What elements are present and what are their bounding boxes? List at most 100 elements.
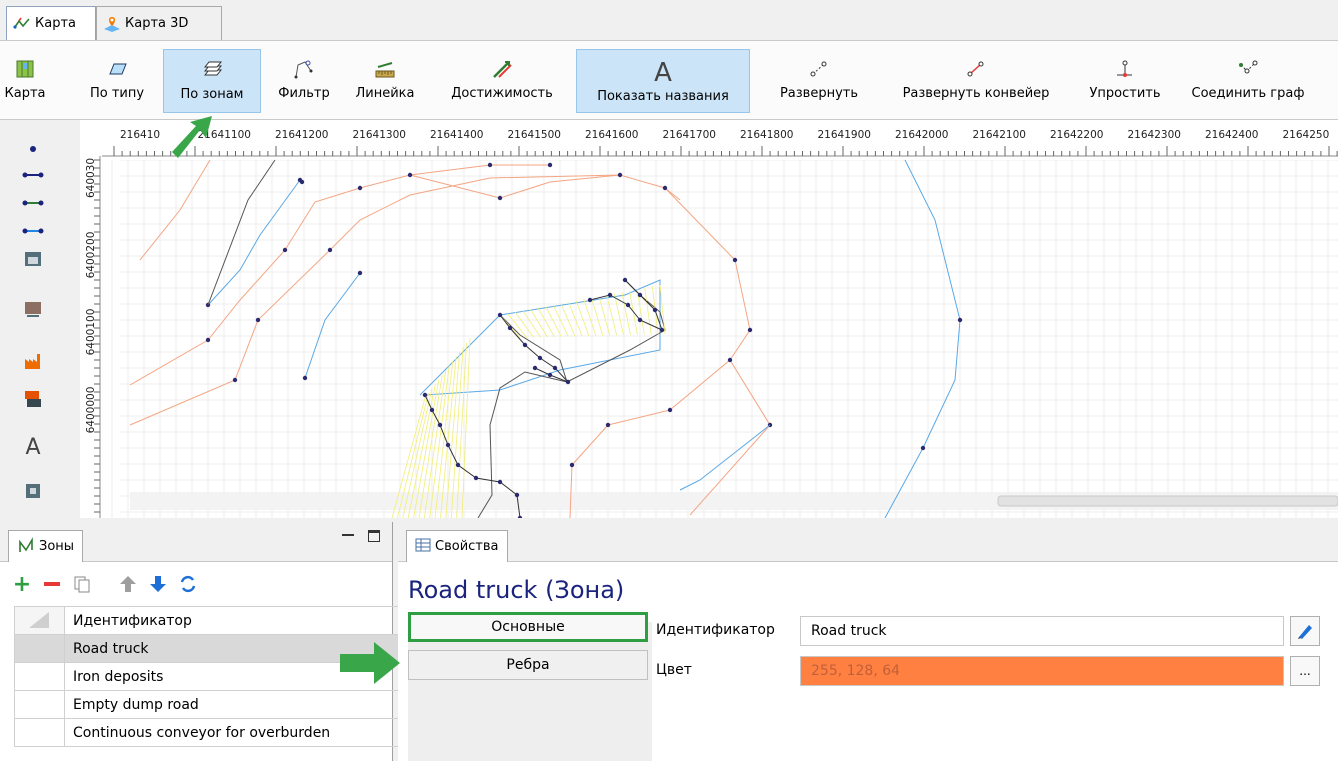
expand-conveyor-button[interactable]: Развернуть конвейер (880, 49, 1072, 113)
zone-vertex (445, 442, 451, 448)
zone-vertex (455, 462, 461, 468)
connect-graph-button[interactable]: Соединить граф (1180, 49, 1316, 113)
contour-vertex (497, 195, 503, 201)
show-names-button[interactable]: A Показать названия (576, 49, 750, 113)
x-tick-label: 21641400 (430, 129, 483, 141)
zone-vertex (497, 479, 503, 485)
zone-line (207, 159, 276, 306)
minimize-icon[interactable] (342, 534, 354, 536)
yellow-edge (545, 306, 562, 338)
y-tick-label: 6400000 (85, 387, 97, 434)
zone-vertex (522, 342, 528, 348)
app-window: Карта Карта 3D Карта По типу По зонам Фи… (0, 0, 1338, 761)
contour-vertex (667, 407, 673, 413)
monitor-icon[interactable] (22, 298, 44, 320)
x-tick-label: 216410 (120, 129, 160, 141)
contour-line (139, 159, 211, 261)
unload-icon[interactable] (22, 388, 44, 410)
x-tick-label: 21642000 (895, 129, 948, 141)
contour-vertex (357, 185, 363, 191)
contour-vertex (327, 247, 333, 253)
x-tick-label: 21641500 (508, 129, 561, 141)
map-toolbar: Карта По типу По зонам Фильтр Линейка До… (0, 40, 1338, 120)
contour-vertex (255, 317, 261, 323)
text-icon[interactable]: A (22, 435, 44, 460)
move-down-icon[interactable] (146, 572, 170, 596)
factory-icon[interactable] (22, 350, 44, 372)
contour-vertex (547, 162, 553, 168)
table-corner[interactable] (14, 606, 65, 635)
yellow-edge (522, 310, 542, 338)
contour-vertex (282, 247, 288, 253)
map-button[interactable]: Карта (2, 49, 48, 113)
tab-map-3d[interactable]: Карта 3D (96, 6, 222, 40)
table-row[interactable]: Empty dump road (14, 690, 405, 719)
annotation-arrow-right (340, 642, 400, 684)
maximize-icon[interactable] (368, 530, 380, 542)
map-canvas[interactable]: 216410 21641100 21641200 21641300 21641400 21… (80, 120, 1338, 518)
by-type-button[interactable]: По типу (82, 49, 152, 113)
by-zones-button[interactable]: По зонам (163, 49, 261, 113)
zone-vertex (473, 475, 479, 481)
yellow-edge (552, 304, 569, 337)
x-tick-label: 21642200 (1050, 129, 1103, 141)
contour-vertex (732, 257, 738, 263)
line-icon[interactable] (22, 164, 44, 186)
yellow-edge (461, 337, 471, 518)
filter-button[interactable]: Фильтр (266, 49, 342, 113)
x-tick-label: 21642300 (1128, 129, 1181, 141)
zone-vertex (497, 312, 503, 318)
contour-vertex (617, 172, 623, 178)
yellow-edge (568, 301, 583, 337)
remove-zone-icon[interactable] (40, 572, 64, 596)
tab-properties[interactable]: Свойства (406, 530, 508, 562)
zone-vertex (587, 297, 593, 303)
move-up-icon[interactable] (116, 572, 140, 596)
refresh-icon[interactable] (176, 572, 200, 596)
expand-button[interactable]: Развернуть (770, 49, 868, 113)
zone-vertex (622, 277, 628, 283)
properties-title: Road truck (Зона) (408, 576, 625, 604)
simplify-icon (1114, 59, 1136, 79)
tab-zones[interactable]: Зоны (8, 530, 84, 562)
edit-pencil-icon[interactable] (1290, 616, 1320, 646)
expand-conveyor-icon (965, 59, 987, 79)
zone-vertex (532, 365, 538, 371)
color-picker-button[interactable]: ... (1290, 656, 1320, 686)
zone-vertex (565, 379, 571, 385)
contour-vertex (569, 462, 575, 468)
identifier-field[interactable]: Road truck (800, 616, 1284, 646)
add-zone-icon[interactable]: + (10, 572, 34, 597)
object-toolbar: A (0, 120, 80, 518)
color-field[interactable]: 255, 128, 64 (800, 656, 1284, 686)
point-icon[interactable] (22, 138, 44, 160)
section-edges-button[interactable]: Ребра (408, 650, 648, 680)
layers-stack-icon (201, 60, 223, 80)
blue-vertex (957, 317, 963, 323)
column-header-identifier[interactable]: Идентификатор (64, 606, 405, 635)
blue-arrow-line-icon[interactable] (22, 220, 44, 242)
x-tick-label: 21641200 (275, 129, 328, 141)
y-tick-label: 6400200 (85, 232, 97, 279)
contour-line (129, 174, 751, 518)
reachability-button[interactable]: Достижимость (434, 49, 570, 113)
contour-vertex (747, 327, 753, 333)
table-row[interactable]: Continuous conveyor for overburden (14, 718, 405, 747)
zones-tab-icon (17, 536, 35, 558)
zone-vertex (547, 372, 553, 378)
zone-vertex (517, 515, 523, 518)
copy-zone-icon[interactable] (70, 572, 94, 596)
section-main-button[interactable]: Основные (408, 612, 648, 642)
blue-vertex (302, 375, 308, 381)
map-route-icon (13, 15, 31, 33)
green-arrow-line-icon[interactable] (22, 192, 44, 214)
contour-vertex (487, 162, 493, 168)
machine-icon[interactable] (22, 480, 44, 502)
zone-vertex (652, 307, 658, 313)
properties-tab-icon (415, 538, 431, 556)
storage-icon[interactable] (22, 248, 44, 270)
zone-vertex (607, 292, 613, 298)
tab-map[interactable]: Карта (6, 6, 96, 40)
ruler-button[interactable]: Линейка (346, 49, 424, 113)
simplify-button[interactable]: Упростить (1076, 49, 1174, 113)
